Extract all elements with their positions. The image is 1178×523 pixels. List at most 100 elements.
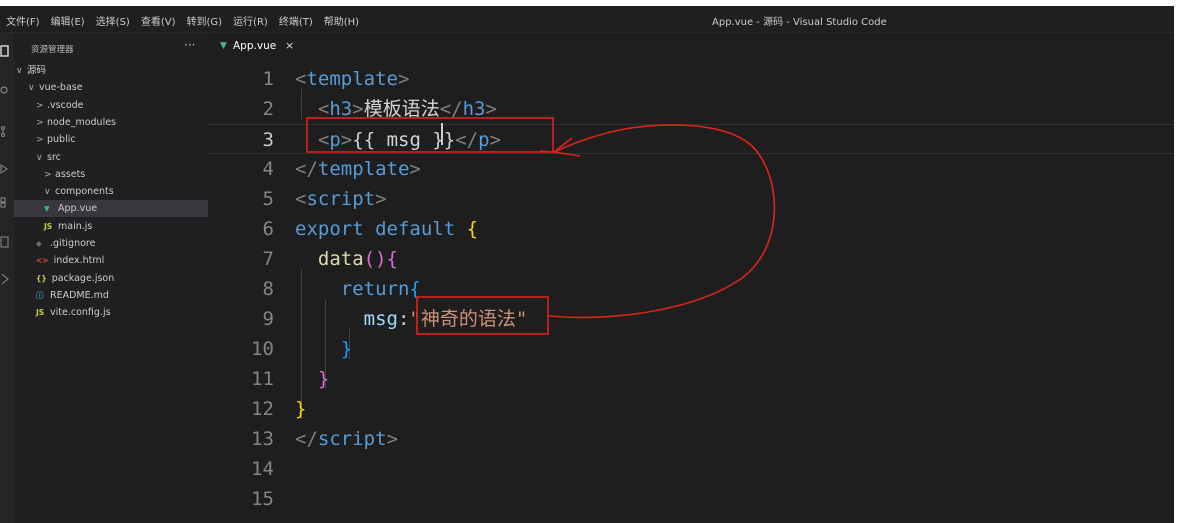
source-control-icon[interactable] — [0, 125, 10, 137]
menu-item[interactable]: 查看(V) — [141, 13, 176, 28]
code-line: 9 msg:"神奇的语法" — [208, 304, 1174, 334]
code-token: "神奇的语法" — [409, 308, 528, 330]
explorer-icon[interactable] — [0, 45, 10, 57]
line-number: 8 — [262, 278, 274, 300]
code-text: } — [295, 394, 306, 424]
code-line: 14 — [208, 454, 1174, 484]
more-actions-icon[interactable]: ··· — [184, 38, 195, 52]
tree-item-label: .gitignore — [50, 238, 96, 249]
tree-item[interactable]: JS vite.config.js — [14, 304, 208, 321]
info-file-icon: ⓘ — [36, 290, 44, 300]
tree-item[interactable]: ▼ App.vue — [14, 200, 208, 218]
tree-item-label: src — [47, 151, 61, 163]
menu-item[interactable]: 帮助(H) — [324, 13, 359, 28]
code-token: { — [409, 278, 421, 300]
tree-item-label: App.vue — [58, 203, 98, 215]
tree-item-label: public — [47, 134, 76, 146]
tree-item[interactable]: ⓘ README.md — [14, 287, 208, 304]
code-token: </ — [439, 98, 463, 120]
line-number: 5 — [262, 188, 274, 210]
code-token: } — [340, 338, 353, 360]
code-token: return — [340, 278, 410, 300]
search-icon[interactable] — [0, 85, 10, 97]
tree-item-label: .vscode — [47, 99, 84, 111]
code-text: <h3>模板语法</h3> — [295, 94, 497, 124]
code-token: export default — [295, 218, 467, 240]
tree-item-label: package.json — [51, 272, 115, 284]
code-token: > — [397, 68, 410, 90]
chevron-icon: > — [36, 117, 44, 128]
tree-item[interactable]: > .vscode — [14, 97, 208, 114]
menu-bar: 文件(F) 编辑(E) 选择(S) 查看(V) 转到(G) 运行(R) 终端(T) 帮助(H)… — [0, 6, 1174, 33]
menu-item[interactable]: 运行(R) — [233, 13, 268, 28]
line-number: 12 — [251, 398, 274, 420]
chevron-icon: > — [36, 135, 44, 146]
extensions-icon[interactable] — [0, 197, 10, 209]
code-text: } — [295, 364, 329, 394]
code-token: p — [478, 129, 490, 151]
menu-item[interactable]: 转到(G) — [187, 13, 223, 28]
run-debug-icon[interactable] — [0, 163, 10, 175]
testing-icon[interactable] — [0, 273, 10, 285]
chevron-icon: ∨ — [36, 152, 43, 163]
close-tab-icon[interactable]: × — [285, 33, 294, 59]
git-file-icon: ◆ — [36, 239, 42, 248]
code-line: 1 <template> — [208, 64, 1174, 94]
tree-item[interactable]: ∨ 源码 — [14, 62, 208, 79]
tree-item-label: node_modules — [47, 116, 117, 128]
text-cursor — [441, 123, 443, 145]
tree-item-label: 源码 — [27, 65, 47, 76]
tree-item[interactable]: ◆ .gitignore — [14, 235, 208, 252]
code-line: 5 <script> — [208, 184, 1174, 214]
code-text: </script> — [295, 424, 398, 454]
code-editor[interactable]: 1 <template> 2 <h3>模板语法</h3> 3 <p>{{ msg }}… — [208, 59, 1174, 523]
line-number: 15 — [251, 488, 274, 510]
code-token: } — [295, 398, 307, 420]
code-token: template — [317, 158, 410, 180]
code-token: {{ msg }} — [352, 129, 456, 151]
code-token: { — [466, 218, 479, 240]
tree-item-label: vite.config.js — [50, 307, 111, 319]
tree-item[interactable]: > node_modules — [14, 114, 208, 131]
code-line: 3 <p>{{ msg }}</p> — [208, 124, 1174, 154]
chevron-icon: > — [44, 169, 52, 180]
line-number: 9 — [262, 308, 274, 330]
code-text: msg:"神奇的语法" — [295, 304, 528, 334]
code-token: 模板语法 — [363, 98, 440, 120]
html-file-icon: <> — [36, 256, 49, 266]
code-token: template — [306, 68, 398, 90]
tree-item[interactable]: {} package.json — [14, 270, 208, 287]
tree-item-label: main.js — [58, 220, 93, 232]
tree-item[interactable]: <> index.html — [14, 252, 208, 269]
line-number: 2 — [262, 98, 274, 120]
explorer-sidebar: 资源管理器 ··· ∨ 源码 ∨ vue-base > .vscode > node_modu… — [14, 33, 208, 523]
code-line: 6 export default { — [208, 214, 1174, 244]
code-line: 15 — [208, 484, 1174, 514]
tree-item[interactable]: ∨ vue-base — [14, 79, 208, 96]
code-token: </ — [295, 158, 318, 180]
menu-item[interactable]: 文件(F) — [6, 13, 40, 28]
js-file-icon: JS — [36, 308, 45, 318]
menu-item[interactable]: 编辑(E) — [51, 13, 85, 28]
remote-explorer-icon[interactable] — [0, 236, 10, 248]
tree-item[interactable]: > public — [14, 131, 208, 148]
chevron-icon: ∨ — [16, 66, 23, 76]
code-token: } — [317, 368, 330, 390]
code-token: </ — [455, 129, 479, 151]
line-number: 7 — [262, 248, 274, 270]
tree-item[interactable]: JS main.js — [14, 218, 208, 235]
menu-item[interactable]: 选择(S) — [96, 13, 130, 28]
tree-item[interactable]: > assets — [14, 166, 208, 183]
tree-item[interactable]: ∨ components — [14, 183, 208, 200]
menu-item[interactable]: 终端(T) — [279, 13, 313, 28]
code-token: > — [352, 98, 364, 120]
tree-item[interactable]: ∨ src — [14, 149, 208, 166]
json-file-icon: {} — [36, 273, 47, 283]
tab-app-vue[interactable]: ▼ App.vue × — [208, 33, 300, 59]
code-line: 7 data(){ — [208, 244, 1174, 274]
code-line: 13 </script> — [208, 424, 1174, 454]
line-number: 1 — [262, 68, 274, 90]
